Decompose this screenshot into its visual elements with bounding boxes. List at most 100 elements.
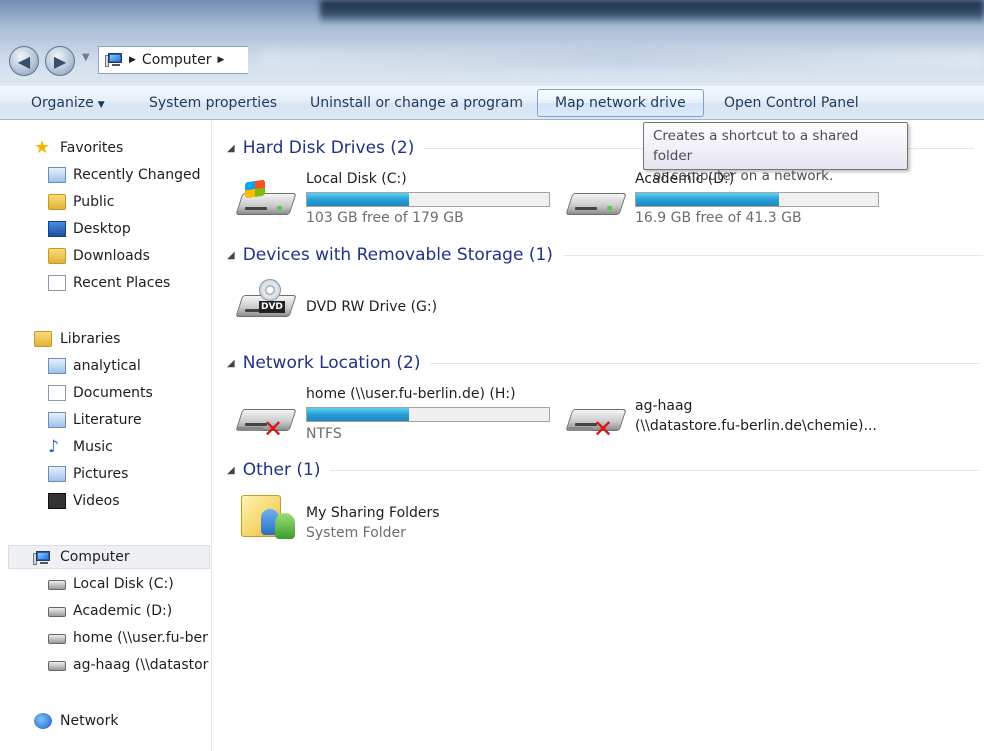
nav-libraries[interactable]: Libraries [0,327,210,351]
drive-free-space: 103 GB free of 179 GB [306,210,464,226]
hard-drive-icon [565,177,627,223]
content-pane: ◢ Hard Disk Drives (2) Local Disk (C:) 1… [213,121,984,751]
group-title: Hard Disk Drives (2) [242,138,415,158]
nav-pictures[interactable]: Pictures [0,462,210,486]
tooltip-line-2: or computer on a network. [653,168,834,184]
uninstall-program-button[interactable]: Uninstall or change a program [301,89,532,117]
drive-name: Local Disk (C:) [306,171,407,187]
nav-network[interactable]: Network [0,709,210,733]
star-icon: ★ [34,137,51,158]
drive-free-space: 16.9 GB free of 41.3 GB [635,210,802,226]
nav-ag-haag[interactable]: ag-haag (\\datastor [0,653,210,677]
downloads-folder-icon [48,248,66,264]
nav-public[interactable]: Public [0,190,210,214]
group-network-location[interactable]: ◢ Network Location (2) [227,351,981,375]
hard-drive-icon [48,607,66,617]
nav-local-disk-label: Local Disk (C:) [73,576,174,592]
organize-button[interactable]: Organize ▼ [22,89,114,117]
group-removable-storage[interactable]: ◢ Devices with Removable Storage (1) [227,243,983,267]
desktop-icon [48,221,66,237]
nav-recent-places[interactable]: Recent Places [0,271,210,295]
drive-usage-bar [635,192,879,207]
forward-button[interactable]: ▶ [45,46,75,76]
dvd-drive-icon: DVD [235,279,297,325]
toolbar-blur [260,48,984,68]
nav-videos-label: Videos [73,493,120,509]
title-bar-blur [320,0,984,24]
nav-recently-changed[interactable]: Recently Changed [0,163,210,187]
folder-icon [48,194,66,210]
navigation-pane: ★ Favorites Recently Changed Public Desk… [0,121,212,751]
usage-fill [307,408,409,421]
collapse-icon[interactable]: ◢ [227,358,235,369]
drive-name: ag-haag [635,398,693,414]
open-control-panel-button[interactable]: Open Control Panel [715,89,868,117]
nav-home-drive[interactable]: home (\\user.fu-ber [0,626,210,650]
group-divider [430,362,981,364]
nav-recent-places-label: Recent Places [73,275,171,291]
breadcrumb-separator-icon[interactable]: ▶ [129,55,136,65]
group-title: Devices with Removable Storage (1) [242,245,553,265]
chevron-down-icon: ▼ [97,100,105,110]
nav-academic[interactable]: Academic (D:) [0,599,210,623]
collapse-icon[interactable]: ◢ [227,143,235,154]
map-network-drive-button[interactable]: Map network drive [537,89,704,117]
arrow-left-icon: ◀ [17,51,31,71]
nav-desktop-label: Desktop [73,221,131,237]
drive-name: home (\\user.fu-berlin.de) (H:) [306,386,516,402]
nav-network-label: Network [60,713,119,729]
window-title-bar: ◀ ▶ ▼ ▶ Computer ▶ [0,0,984,86]
nav-downloads[interactable]: Downloads [0,244,210,268]
libraries-icon [34,331,52,347]
nav-desktop[interactable]: Desktop [0,217,210,241]
collapse-icon[interactable]: ◢ [227,465,235,476]
nav-favorites[interactable]: ★ Favorites [0,136,210,160]
back-button[interactable]: ◀ [9,46,39,76]
folder-name: My Sharing Folders [306,505,440,521]
nav-videos[interactable]: Videos [0,489,210,513]
usage-fill [307,193,409,206]
folder-type: System Folder [306,525,406,541]
drive-name: DVD RW Drive (G:) [306,299,438,315]
nav-local-disk[interactable]: Local Disk (C:) [0,572,210,596]
dvd-badge: DVD [259,301,285,313]
usage-fill [636,193,779,206]
group-divider [562,254,983,256]
nav-documents-label: Documents [73,385,153,401]
nav-music[interactable]: ♪ Music [0,435,210,459]
breadcrumb-computer[interactable]: Computer [142,52,212,68]
nav-music-label: Music [73,439,113,455]
organize-label: Organize [31,95,94,111]
nav-literature-label: Literature [73,412,142,428]
computer-icon [33,549,51,565]
group-title: Other (1) [242,460,321,480]
recent-pages-dropdown[interactable]: ▼ [82,52,90,63]
system-properties-button[interactable]: System properties [140,89,286,117]
collapse-icon[interactable]: ◢ [227,250,235,261]
film-icon [48,493,66,509]
nav-documents[interactable]: Documents [0,381,210,405]
nav-home-label: home (\\user.fu-ber [73,630,208,646]
disconnected-drive-icon [48,661,66,671]
hard-drive-icon [48,580,66,590]
sharing-folder-icon [241,487,297,543]
drive-path: (\\datastore.fu-berlin.de\chemie)... [635,418,877,434]
nav-favorites-label: Favorites [60,140,124,156]
address-bar[interactable]: ▶ Computer ▶ [98,46,248,74]
nav-literature[interactable]: Literature [0,408,210,432]
recent-search-icon [48,167,66,183]
nav-computer[interactable]: Computer [8,545,210,569]
nav-pictures-label: Pictures [73,466,129,482]
breadcrumb-separator-icon[interactable]: ▶ [218,55,225,65]
library-icon [48,358,66,374]
recent-places-icon [48,275,66,291]
nav-analytical[interactable]: analytical [0,354,210,378]
library-icon [48,412,66,428]
nav-public-label: Public [73,194,115,210]
group-other[interactable]: ◢ Other (1) [227,458,981,482]
disconnected-drive-icon [48,634,66,644]
disconnected-network-drive-icon: ✕ [235,393,297,441]
drive-usage-bar [306,407,550,422]
command-bar: Organize ▼ System properties Uninstall or… [0,86,984,120]
drive-filesystem: NTFS [306,426,342,442]
